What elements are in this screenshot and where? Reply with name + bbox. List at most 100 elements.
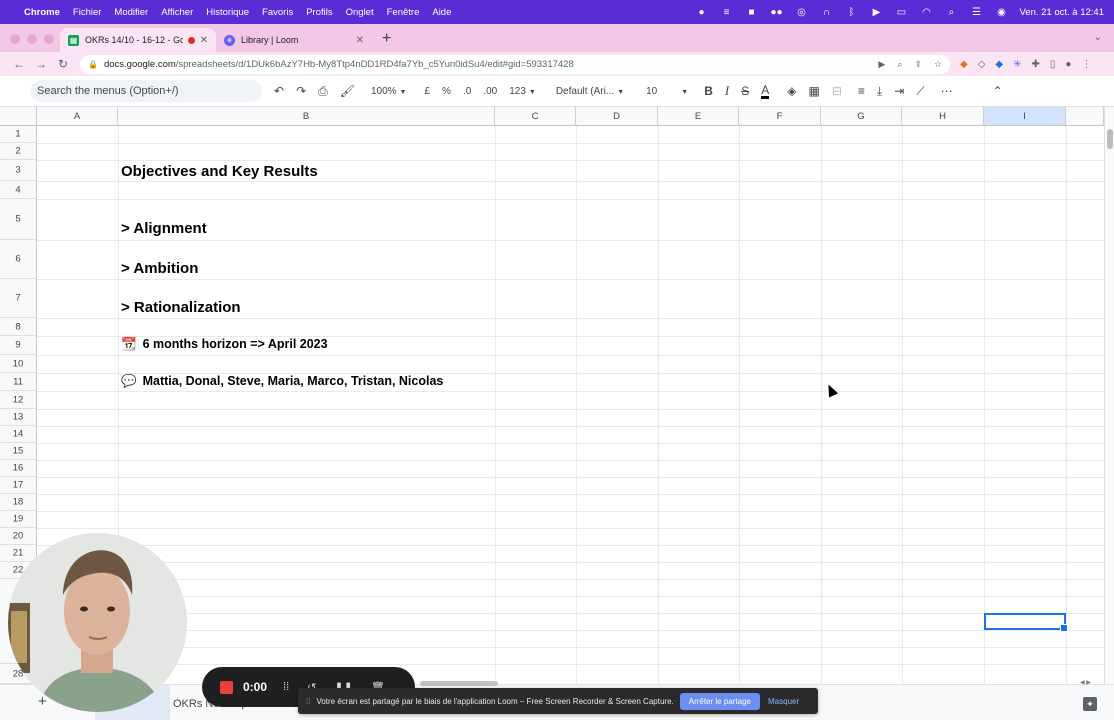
row-header-13[interactable]: 13 xyxy=(0,409,37,426)
forward-icon[interactable]: → xyxy=(30,57,52,71)
drag-handle-icon[interactable]: ⁞⁞ xyxy=(283,681,289,693)
row-header-17[interactable]: 17 xyxy=(0,477,37,494)
menu-afficher[interactable]: Afficher xyxy=(161,7,193,18)
column-header-a[interactable]: A xyxy=(37,107,118,126)
hide-banner-button[interactable]: Masquer xyxy=(768,697,799,706)
row-header-9[interactable]: 9 xyxy=(0,336,37,355)
menu-profils[interactable]: Profils xyxy=(306,7,332,18)
menu-onglet[interactable]: Onglet xyxy=(346,7,374,18)
vertical-scrollbar[interactable] xyxy=(1104,107,1114,684)
active-cell-selection[interactable] xyxy=(984,613,1068,632)
row-header-2[interactable]: 2 xyxy=(0,143,37,160)
close-tab-icon[interactable]: ✕ xyxy=(200,35,208,46)
column-header-c[interactable]: C xyxy=(495,107,576,126)
tab-okrs[interactable]: ▦ OKRs 14/10 - 16-12 - Goog ✕ xyxy=(60,28,216,52)
italic-button[interactable]: I xyxy=(725,83,729,99)
play-icon[interactable]: ▶ xyxy=(869,7,883,18)
row-header-20[interactable]: 20 xyxy=(0,528,37,545)
extension-icon[interactable]: ◇ xyxy=(978,59,986,70)
siri-icon[interactable]: ◉ xyxy=(994,7,1008,18)
row-header-15[interactable]: 15 xyxy=(0,443,37,460)
zoom-select[interactable]: 100% ▼ xyxy=(371,86,407,97)
more-icon[interactable]: ⋮ xyxy=(1081,59,1091,70)
row-header-4[interactable]: 4 xyxy=(0,181,37,199)
tab-loom-library[interactable]: ✳ Library | Loom ✕ xyxy=(216,28,372,52)
puzzle-icon[interactable]: ✚ xyxy=(1032,59,1040,70)
control-center-icon[interactable]: ☰ xyxy=(969,7,983,18)
collapse-toolbar-icon[interactable]: ⌃ xyxy=(993,84,1003,98)
mic-icon[interactable]: ● xyxy=(694,7,708,18)
tab-search-icon[interactable]: ⌄ xyxy=(1094,32,1102,43)
text-color-button[interactable]: A xyxy=(761,84,770,99)
column-header-b[interactable]: B xyxy=(118,107,495,126)
grip-icon[interactable]: ⁞⁞ xyxy=(306,697,310,706)
bold-button[interactable]: B xyxy=(704,84,713,98)
cell-b7-rationalization[interactable]: > Rationalization xyxy=(121,299,245,316)
column-header-d[interactable]: D xyxy=(576,107,658,126)
row-header-10[interactable]: 10 xyxy=(0,355,37,373)
row-header-11[interactable]: 11 xyxy=(0,373,37,391)
menu-aide[interactable]: Aide xyxy=(432,7,451,18)
currency-format-button[interactable]: £ xyxy=(424,86,430,97)
notes-icon[interactable]: ≡ xyxy=(719,7,733,18)
back-icon[interactable]: ← xyxy=(8,57,30,71)
borders-icon[interactable]: ▦ xyxy=(808,84,819,98)
dots-icon[interactable]: ●● xyxy=(769,7,783,18)
search-icon[interactable]: ⌕ xyxy=(944,7,958,18)
cell-b3-title[interactable]: Objectives and Key Results xyxy=(121,163,322,180)
column-header-j[interactable] xyxy=(1066,107,1104,126)
row-header-21[interactable]: 21 xyxy=(0,545,37,562)
increase-decimal-button[interactable]: .00 xyxy=(483,86,497,97)
omnibox[interactable]: 🔒 docs.google.com/spreadsheets/d/1DUk6bA… xyxy=(80,54,950,74)
row-header-3[interactable]: 3 xyxy=(0,160,37,181)
row-header-14[interactable]: 14 xyxy=(0,426,37,443)
menu-historique[interactable]: Historique xyxy=(206,7,249,18)
merge-cells-icon[interactable]: ⊟ xyxy=(832,84,842,98)
metamask-icon[interactable]: ◆ xyxy=(960,59,968,70)
align-icon[interactable]: ≡ xyxy=(858,84,865,98)
close-tab-icon[interactable]: ✕ xyxy=(356,35,364,46)
new-tab-button[interactable]: + xyxy=(372,30,401,52)
row-header-7[interactable]: 7 xyxy=(0,279,37,318)
column-header-h[interactable]: H xyxy=(902,107,984,126)
menu-modifier[interactable]: Modifier xyxy=(114,7,148,18)
clock[interactable]: Ven. 21 oct. à 12:41 xyxy=(1019,7,1104,18)
menu-favoris[interactable]: Favoris xyxy=(262,7,293,18)
print-icon[interactable]: ⎙ xyxy=(318,84,328,99)
valign-icon[interactable]: ⤓ xyxy=(877,84,882,99)
menu-app-chrome[interactable]: Chrome xyxy=(24,7,60,18)
column-header-g[interactable]: G xyxy=(821,107,902,126)
row-header-19[interactable]: 19 xyxy=(0,511,37,528)
minimize-window-button[interactable] xyxy=(27,34,37,44)
scroll-arrows-icon[interactable]: ◀ ▶ xyxy=(1080,679,1091,686)
column-header-i[interactable]: I xyxy=(984,107,1066,126)
menu-fichier[interactable]: Fichier xyxy=(73,7,102,18)
horizontal-scrollbar-thumb[interactable] xyxy=(420,681,498,686)
cell-b6-ambition[interactable]: > Ambition xyxy=(121,260,203,277)
loom-extension-icon[interactable]: ✳ xyxy=(1013,59,1021,70)
share-icon[interactable]: ⇪ xyxy=(914,59,922,70)
row-header-12[interactable]: 12 xyxy=(0,391,37,409)
decrease-decimal-button[interactable]: .0 xyxy=(463,86,471,97)
row-header-16[interactable]: 16 xyxy=(0,460,37,477)
zoom-window-button[interactable] xyxy=(44,34,54,44)
fill-color-icon[interactable]: ◈ xyxy=(787,84,796,98)
tag-icon[interactable]: ◆ xyxy=(995,59,1003,70)
webcam-bubble[interactable] xyxy=(8,533,187,712)
column-header-f[interactable]: F xyxy=(739,107,821,126)
headphones-icon[interactable]: ∩ xyxy=(819,7,833,18)
percent-format-button[interactable]: % xyxy=(442,86,451,97)
row-header-5[interactable]: 5 xyxy=(0,199,37,240)
sidepanel-icon[interactable]: ▯ xyxy=(1050,59,1056,70)
font-size-select[interactable]: 10 ▼ xyxy=(646,86,688,97)
bluetooth-icon[interactable]: ᛒ xyxy=(844,7,858,18)
text-rotation-icon[interactable]: ⟋ xyxy=(916,84,924,99)
close-window-button[interactable] xyxy=(10,34,20,44)
bookmark-star-icon[interactable]: ☆ xyxy=(934,59,942,70)
stop-sharing-button[interactable]: Arrêter le partage xyxy=(679,692,760,710)
explore-icon[interactable]: ✦ xyxy=(1083,697,1097,711)
row-header-6[interactable]: 6 xyxy=(0,240,37,279)
search-menus-input[interactable]: Search the menus (Option+/) xyxy=(30,80,262,102)
font-select[interactable]: Default (Ari... ▼ xyxy=(556,86,624,97)
row-header-8[interactable]: 8 xyxy=(0,318,37,336)
